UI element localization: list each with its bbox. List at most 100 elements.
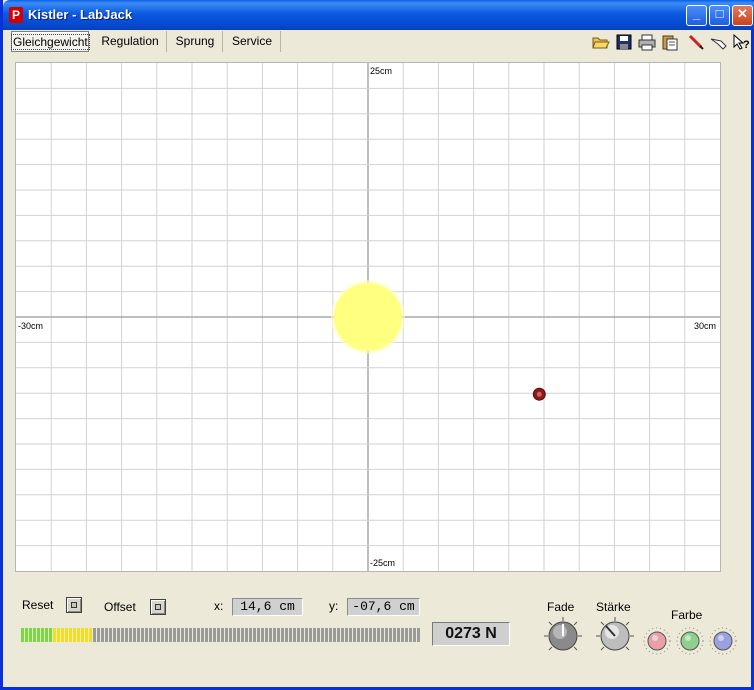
meter-segment bbox=[145, 628, 148, 642]
top-axis-label: 25cm bbox=[370, 66, 393, 76]
title-bar[interactable]: P Kistler - LabJack _ □ ✕ bbox=[3, 0, 754, 30]
meter-segment bbox=[161, 628, 164, 642]
meter-segment bbox=[25, 628, 28, 642]
meter-segment bbox=[349, 628, 352, 642]
meter-segment bbox=[101, 628, 104, 642]
meter-segment bbox=[125, 628, 128, 642]
meter-segment bbox=[29, 628, 32, 642]
meter-segment bbox=[417, 628, 420, 642]
minimize-button[interactable]: _ bbox=[686, 5, 707, 26]
app-logo-icon: P bbox=[9, 7, 23, 23]
meter-segment bbox=[157, 628, 160, 642]
meter-segment bbox=[109, 628, 112, 642]
meter-segment bbox=[269, 628, 272, 642]
meter-segment bbox=[385, 628, 388, 642]
meter-segment bbox=[49, 628, 52, 642]
meter-segment bbox=[261, 628, 264, 642]
color-selector[interactable] bbox=[643, 626, 743, 656]
meter-segment bbox=[245, 628, 248, 642]
right-axis-label: 30cm bbox=[694, 321, 717, 331]
meter-segment bbox=[117, 628, 120, 642]
meter-segment bbox=[169, 628, 172, 642]
tab-label: Sprung bbox=[175, 34, 215, 48]
meter-segment bbox=[229, 628, 232, 642]
meter-segment bbox=[341, 628, 344, 642]
meter-segment bbox=[413, 628, 416, 642]
meter-segment bbox=[277, 628, 280, 642]
fade-label: Fade bbox=[547, 600, 575, 614]
color-knob bbox=[713, 631, 733, 651]
meter-segment bbox=[185, 628, 188, 642]
meter-segment bbox=[257, 628, 260, 642]
meter-segment bbox=[165, 628, 168, 642]
meter-segment bbox=[301, 628, 304, 642]
meter-segment bbox=[373, 628, 376, 642]
left-axis-label: -30cm bbox=[18, 321, 44, 331]
meter-segment bbox=[285, 628, 288, 642]
meter-segment bbox=[65, 628, 68, 642]
meter-segment bbox=[321, 628, 324, 642]
meter-segment bbox=[293, 628, 296, 642]
meter-segment bbox=[177, 628, 180, 642]
meter-segment bbox=[241, 628, 244, 642]
meter-segment bbox=[325, 628, 328, 642]
meter-segment bbox=[409, 628, 412, 642]
meter-segment bbox=[213, 628, 216, 642]
meter-segment bbox=[105, 628, 108, 642]
meter-segment bbox=[21, 628, 24, 642]
save-icon[interactable] bbox=[615, 33, 633, 51]
y-label: y: bbox=[329, 599, 339, 613]
meter-segment bbox=[345, 628, 348, 642]
fade-knob[interactable] bbox=[543, 616, 583, 656]
pencil-icon[interactable] bbox=[687, 33, 705, 51]
bottom-axis-label: -25cm bbox=[370, 558, 396, 568]
tab-sprung[interactable]: Sprung bbox=[168, 31, 223, 52]
force-level-meter bbox=[21, 628, 420, 642]
tab-gleichgewicht[interactable]: Gleichgewicht bbox=[11, 31, 90, 52]
svg-text:?: ? bbox=[743, 39, 750, 51]
meter-segment bbox=[273, 628, 276, 642]
meter-segment bbox=[365, 628, 368, 642]
meter-segment bbox=[381, 628, 384, 642]
meter-segment bbox=[305, 628, 308, 642]
open-folder-icon[interactable] bbox=[592, 33, 610, 51]
balance-plot[interactable]: 25cm -25cm -30cm 30cm bbox=[15, 62, 721, 572]
print-icon[interactable] bbox=[638, 33, 656, 51]
plot-grid bbox=[16, 63, 720, 571]
meter-segment bbox=[149, 628, 152, 642]
meter-segment bbox=[113, 628, 116, 642]
meter-segment bbox=[401, 628, 404, 642]
meter-segment bbox=[313, 628, 316, 642]
tab-service[interactable]: Service bbox=[224, 31, 281, 52]
meter-segment bbox=[393, 628, 396, 642]
close-button[interactable]: ✕ bbox=[732, 5, 753, 26]
force-readout: 0273 N bbox=[432, 622, 510, 646]
meter-segment bbox=[89, 628, 92, 642]
meter-segment bbox=[73, 628, 76, 642]
staerke-knob[interactable] bbox=[595, 616, 635, 656]
tab-regulation[interactable]: Regulation bbox=[94, 31, 167, 52]
offset-checkbox[interactable] bbox=[150, 599, 166, 615]
position-marker-center bbox=[536, 391, 542, 397]
meter-segment bbox=[81, 628, 84, 642]
meter-segment bbox=[153, 628, 156, 642]
farbe-label: Farbe bbox=[671, 608, 703, 622]
clipboard-icon[interactable] bbox=[661, 33, 679, 51]
meter-segment bbox=[405, 628, 408, 642]
meter-segment bbox=[197, 628, 200, 642]
help-icon[interactable]: ? bbox=[732, 33, 750, 51]
meter-segment bbox=[129, 628, 132, 642]
pointer-icon[interactable] bbox=[709, 33, 727, 51]
x-value-field: 14,6 cm bbox=[232, 598, 303, 616]
meter-segment bbox=[133, 628, 136, 642]
meter-segment bbox=[37, 628, 40, 642]
meter-segment bbox=[173, 628, 176, 642]
tab-label: Service bbox=[231, 34, 272, 48]
meter-segment bbox=[225, 628, 228, 642]
meter-segment bbox=[389, 628, 392, 642]
reset-button[interactable] bbox=[66, 597, 82, 613]
meter-segment bbox=[329, 628, 332, 642]
maximize-button[interactable]: □ bbox=[709, 5, 730, 26]
meter-segment bbox=[181, 628, 184, 642]
meter-segment bbox=[61, 628, 64, 642]
